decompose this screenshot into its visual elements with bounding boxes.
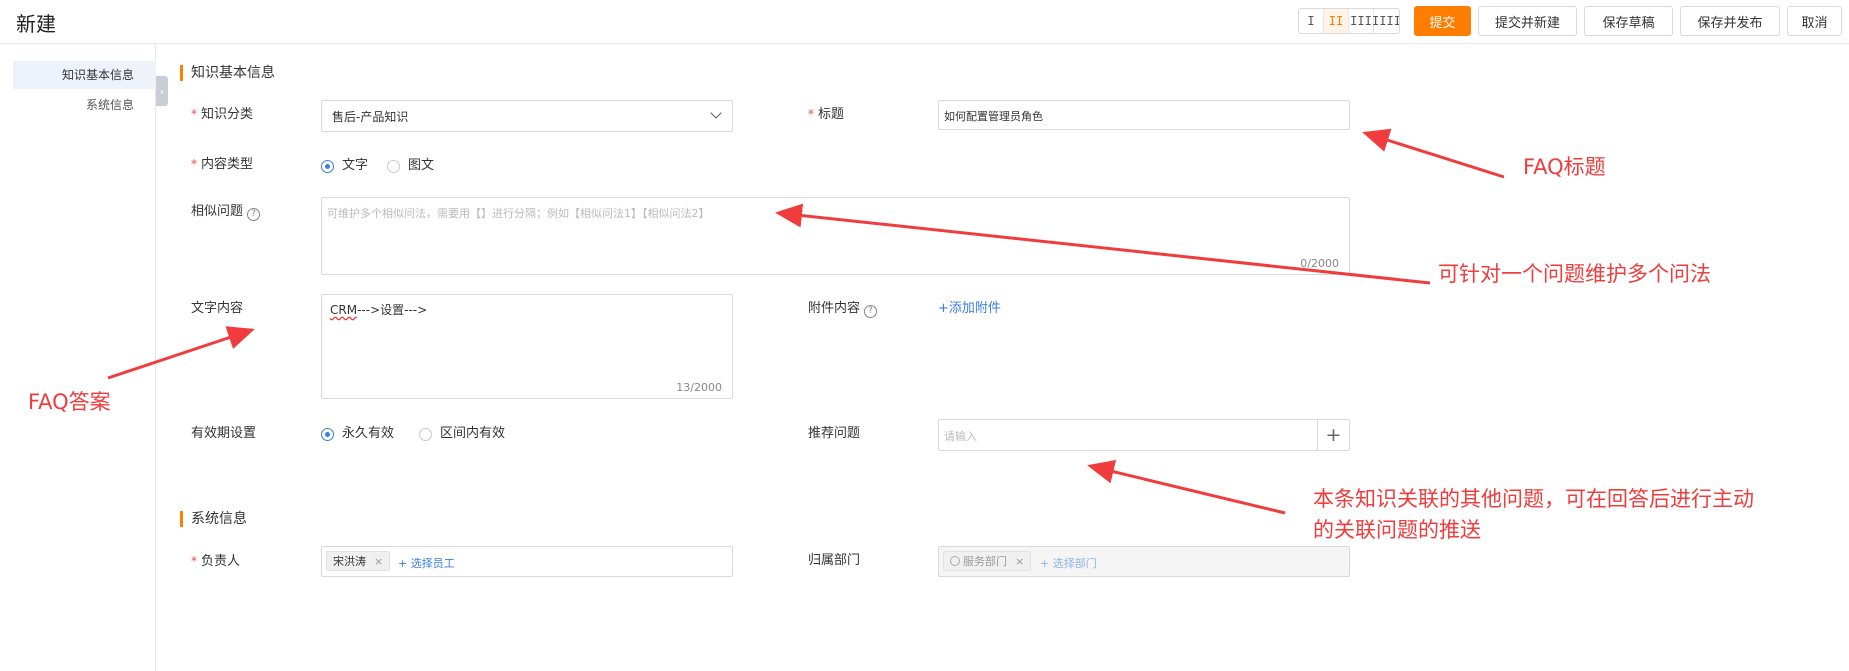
annotation-faq-title: FAQ标题 bbox=[1523, 155, 1606, 179]
annotation-faq-answer: FAQ答案 bbox=[28, 390, 111, 414]
annotation-related-line1: 本条知识关联的其他问题，可在回答后进行主动 bbox=[1313, 487, 1754, 511]
arrow-answer bbox=[107, 326, 255, 380]
arrow-recommend bbox=[1087, 459, 1286, 515]
arrow-similar bbox=[775, 203, 1431, 285]
annotation-related-line2: 的关联问题的推送 bbox=[1313, 518, 1481, 542]
annotation-multi-ask: 可针对一个问题维护多个问法 bbox=[1438, 262, 1711, 286]
annotation-arrows bbox=[107, 128, 1505, 515]
arrow-title bbox=[1362, 128, 1505, 179]
